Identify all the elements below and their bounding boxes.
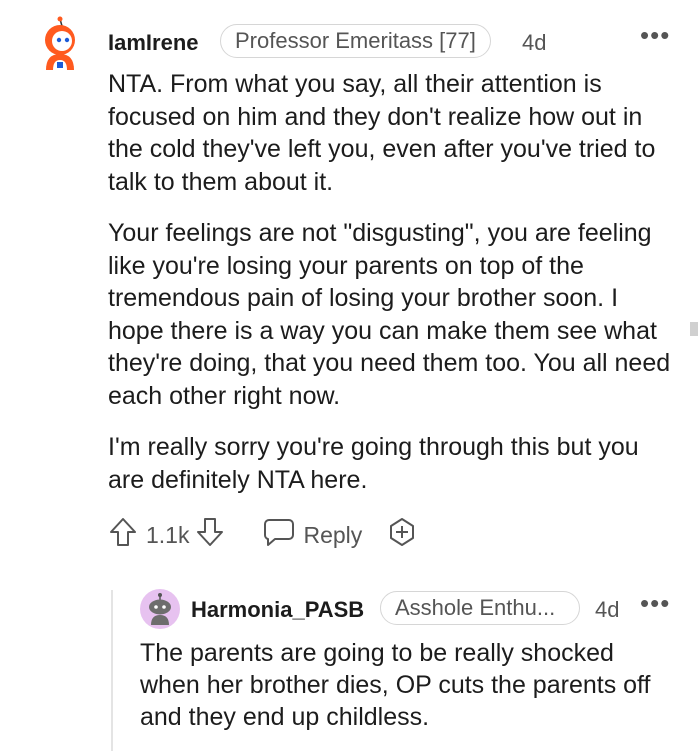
comment-timestamp: 4d [522, 30, 547, 55]
downvote-arrow-icon [195, 516, 225, 554]
reply-user-flair: Asshole Enthu... [380, 591, 580, 625]
comment-body: NTA. From what you say, all their attent… [108, 68, 678, 515]
upvote-button[interactable] [108, 516, 138, 554]
reply-button[interactable]: Reply [263, 517, 362, 553]
comment-paragraph: I'm really sorry you're going through th… [108, 433, 639, 494]
award-button[interactable] [386, 516, 418, 554]
upvote-arrow-icon [108, 516, 138, 554]
user-flair: Professor Emeritass [77] [220, 24, 491, 58]
reply-author[interactable]: Harmonia_PASB [191, 597, 364, 623]
comment-actions: 1.1k Reply [108, 517, 418, 553]
thread-line[interactable] [111, 590, 113, 751]
avatar[interactable] [38, 16, 82, 72]
comment-paragraph: NTA. From what you say, all their attent… [108, 70, 656, 196]
downvote-button[interactable] [195, 516, 225, 554]
comment-paragraph: Your feelings are not "disgusting", you … [108, 219, 671, 410]
more-dots-icon[interactable]: ••• [640, 20, 670, 51]
reply-body: The parents are going to be really shock… [140, 639, 651, 731]
more-dots-icon[interactable]: ••• [640, 588, 670, 619]
scrollbar[interactable] [690, 322, 698, 336]
reply-timestamp: 4d [595, 597, 620, 622]
vote-score: 1.1k [146, 521, 190, 548]
comment-author[interactable]: IamIrene [108, 30, 199, 56]
reply-avatar[interactable] [140, 589, 180, 629]
speech-bubble-icon [263, 517, 295, 553]
reply-label: Reply [303, 521, 363, 548]
award-plus-icon [386, 516, 418, 554]
